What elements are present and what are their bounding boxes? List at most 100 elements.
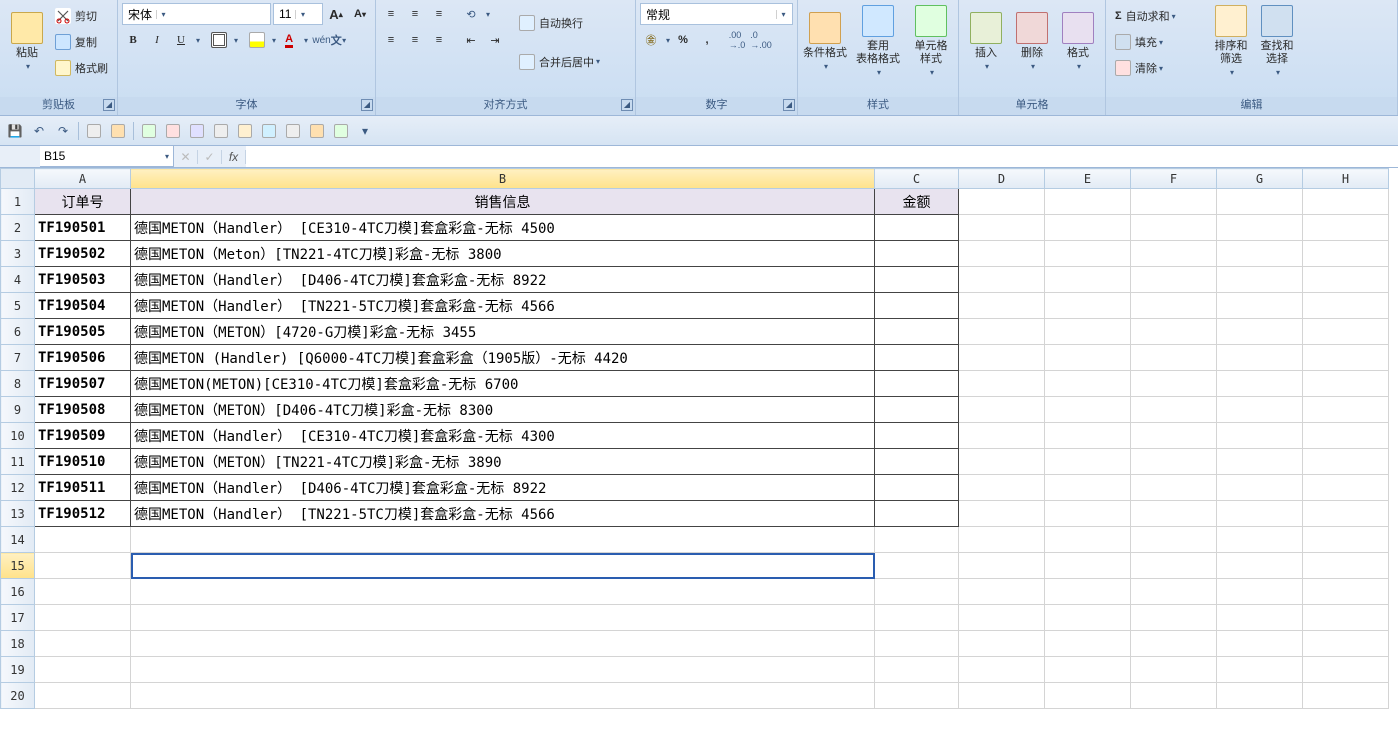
cell[interactable]: 德国METON (Handler) [Q6000-4TC刀模]套盒彩盒（1905… [131, 345, 875, 371]
cell[interactable] [1303, 605, 1389, 631]
conditional-format-button[interactable]: 条件格式▾ [802, 3, 848, 81]
align-right-button[interactable]: ≡ [428, 29, 450, 51]
cell[interactable] [1131, 267, 1217, 293]
cell[interactable] [875, 449, 959, 475]
cell[interactable] [959, 631, 1045, 657]
cell[interactable] [959, 267, 1045, 293]
cell[interactable] [875, 527, 959, 553]
column-header[interactable]: E [1045, 169, 1131, 189]
cell[interactable] [959, 189, 1045, 215]
qat-save-button[interactable]: 💾 [6, 122, 24, 140]
cell[interactable] [1217, 397, 1303, 423]
cell[interactable] [1217, 423, 1303, 449]
cell[interactable] [1217, 657, 1303, 683]
cell[interactable] [959, 371, 1045, 397]
insert-cells-button[interactable]: 插入▾ [963, 3, 1009, 81]
cell[interactable] [875, 241, 959, 267]
cell[interactable] [1131, 501, 1217, 527]
column-header[interactable]: D [959, 169, 1045, 189]
cell[interactable] [875, 293, 959, 319]
qat-btn-14[interactable] [332, 122, 350, 140]
cell[interactable] [131, 657, 875, 683]
italic-button[interactable]: I [146, 29, 168, 51]
fill-color-button[interactable] [246, 29, 268, 51]
cell[interactable] [959, 397, 1045, 423]
row-header[interactable]: 2 [1, 215, 35, 241]
row-header[interactable]: 7 [1, 345, 35, 371]
underline-button[interactable]: U [170, 29, 192, 51]
row-header[interactable]: 13 [1, 501, 35, 527]
qat-redo-button[interactable]: ↷ [54, 122, 72, 140]
cell[interactable] [875, 553, 959, 579]
row-header[interactable]: 4 [1, 267, 35, 293]
cell[interactable] [875, 319, 959, 345]
cell[interactable] [1217, 475, 1303, 501]
cell[interactable] [1217, 319, 1303, 345]
cell[interactable] [1303, 189, 1389, 215]
cell[interactable] [1131, 397, 1217, 423]
cancel-edit-button[interactable]: ✕ [174, 150, 198, 164]
align-dialog-launcher[interactable]: ◢ [621, 99, 633, 111]
merge-center-button[interactable]: 合并后居中▾ [516, 51, 603, 73]
cell[interactable] [959, 345, 1045, 371]
orientation-button[interactable]: ⟲ [460, 3, 482, 25]
cell[interactable] [959, 215, 1045, 241]
cell[interactable] [1217, 345, 1303, 371]
namebox-dropdown-icon[interactable]: ▾ [165, 152, 169, 161]
cell[interactable] [1217, 371, 1303, 397]
cell[interactable]: TF190503 [35, 267, 131, 293]
name-box[interactable]: B15 ▾ [40, 146, 174, 167]
cell[interactable] [875, 397, 959, 423]
cell[interactable]: 德国METON（Handler） [TN221-5TC刀模]套盒彩盒-无标 45… [131, 501, 875, 527]
cell[interactable]: TF190502 [35, 241, 131, 267]
cell[interactable] [1045, 501, 1131, 527]
row-header[interactable]: 12 [1, 475, 35, 501]
cell[interactable] [1045, 553, 1131, 579]
row-header[interactable]: 19 [1, 657, 35, 683]
cell[interactable] [1303, 345, 1389, 371]
cell[interactable] [1131, 553, 1217, 579]
row-header[interactable]: 18 [1, 631, 35, 657]
find-select-button[interactable]: 查找和 选择▾ [1254, 3, 1300, 81]
cell[interactable] [1045, 293, 1131, 319]
column-header[interactable]: C [875, 169, 959, 189]
currency-button[interactable]: ㊎ [640, 29, 662, 51]
cell[interactable] [131, 683, 875, 709]
decrease-font-button[interactable]: A▾ [349, 3, 371, 25]
border-button[interactable] [208, 29, 230, 51]
delete-cells-button[interactable]: 删除▾ [1009, 3, 1055, 81]
qat-btn-6[interactable] [140, 122, 158, 140]
clipboard-dialog-launcher[interactable]: ◢ [103, 99, 115, 111]
cell[interactable] [1217, 189, 1303, 215]
cell[interactable] [875, 215, 959, 241]
bold-button[interactable]: B [122, 29, 144, 51]
cell[interactable]: 德国METON（Handler） [CE310-4TC刀模]套盒彩盒-无标 45… [131, 215, 875, 241]
font-name-combo[interactable]: 宋体▾ [122, 3, 271, 25]
cell[interactable] [1303, 553, 1389, 579]
cell[interactable] [1303, 319, 1389, 345]
cell[interactable]: TF190508 [35, 397, 131, 423]
cell[interactable] [875, 631, 959, 657]
number-dialog-launcher[interactable]: ◢ [783, 99, 795, 111]
cell[interactable] [1045, 579, 1131, 605]
cell[interactable] [875, 423, 959, 449]
cell[interactable]: 销售信息 [131, 189, 875, 215]
cell[interactable] [875, 267, 959, 293]
cell[interactable] [1303, 527, 1389, 553]
cell[interactable]: 德国METON(METON)[CE310-4TC刀模]套盒彩盒-无标 6700 [131, 371, 875, 397]
wrap-text-button[interactable]: 自动换行 [516, 12, 603, 34]
cell[interactable] [1217, 267, 1303, 293]
column-header[interactable]: H [1303, 169, 1389, 189]
column-header[interactable]: A [35, 169, 131, 189]
cell[interactable] [1217, 293, 1303, 319]
cell[interactable] [1217, 631, 1303, 657]
cell[interactable] [35, 553, 131, 579]
cell[interactable] [875, 475, 959, 501]
cell[interactable] [1131, 319, 1217, 345]
cell[interactable]: 订单号 [35, 189, 131, 215]
cell[interactable]: 德国METON（Meton）[TN221-4TC刀模]彩盒-无标 3800 [131, 241, 875, 267]
cell[interactable] [1303, 631, 1389, 657]
cell[interactable] [1303, 215, 1389, 241]
cell[interactable] [959, 553, 1045, 579]
align-top-button[interactable]: ≡ [380, 3, 402, 25]
